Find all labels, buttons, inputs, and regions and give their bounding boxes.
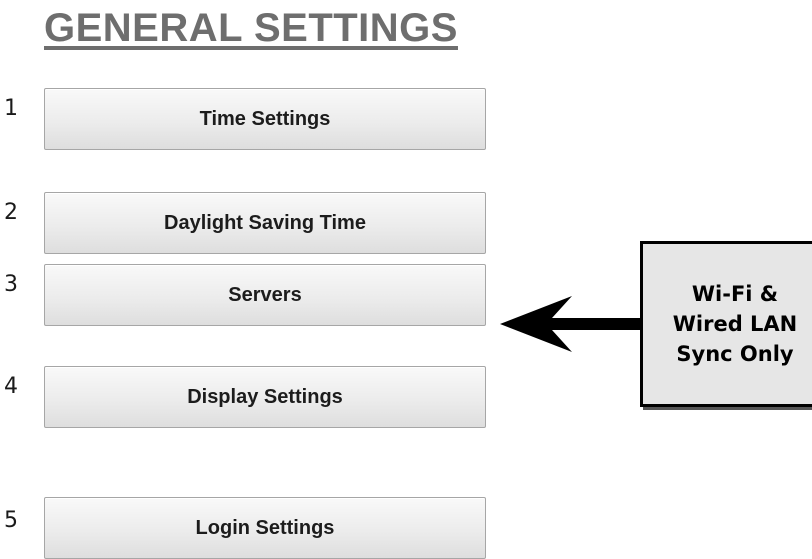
page-title: GENERAL SETTINGS <box>44 6 458 50</box>
sync-only-callout: Wi-Fi & Wired LAN Sync Only <box>640 241 812 407</box>
daylight-saving-time-button[interactable]: Daylight Saving Time <box>44 192 486 254</box>
left-arrow-icon <box>500 296 642 352</box>
time-settings-button[interactable]: Time Settings <box>44 88 486 150</box>
step-number-3: 3 <box>4 272 18 297</box>
callout-text: Wi-Fi & Wired LAN Sync Only <box>672 282 798 366</box>
login-settings-button[interactable]: Login Settings <box>44 497 486 559</box>
servers-button[interactable]: Servers <box>44 264 486 326</box>
display-settings-button[interactable]: Display Settings <box>44 366 486 428</box>
step-number-5: 5 <box>4 508 18 533</box>
step-number-2: 2 <box>4 200 18 225</box>
step-number-4: 4 <box>4 374 18 399</box>
step-number-1: 1 <box>4 96 18 121</box>
